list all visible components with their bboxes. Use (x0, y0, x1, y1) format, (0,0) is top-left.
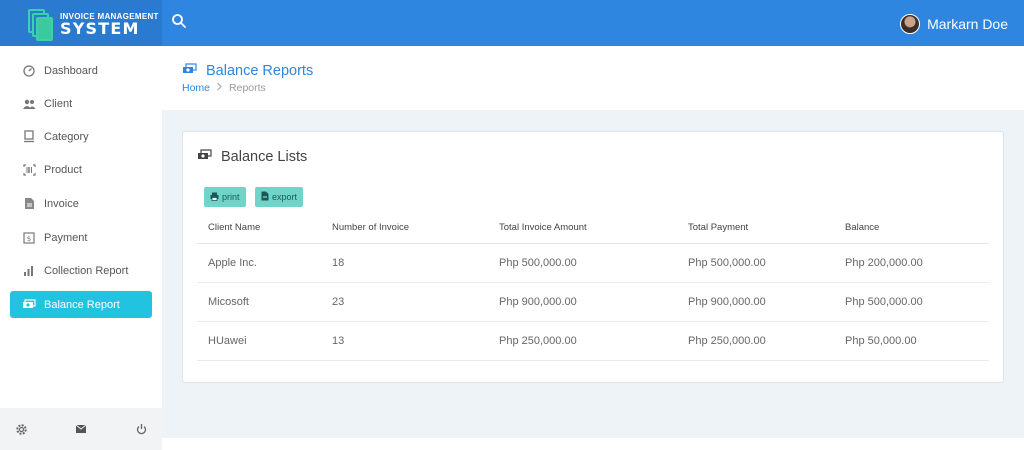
cell-number-of-invoice: 13 (321, 321, 488, 361)
barcode-icon (22, 163, 36, 177)
page-title: Balance Reports (182, 63, 313, 79)
avatar (900, 14, 921, 34)
table-row[interactable]: Micosoft 23 Php 900,000.00 Php 900,000.0… (197, 282, 989, 322)
cell-total-invoice-amount: Php 250,000.00 (488, 321, 677, 361)
page-title-text: Balance Reports (206, 63, 314, 79)
gear-icon[interactable] (14, 422, 28, 436)
sidebar-item-label: Dashboard (44, 64, 98, 77)
breadcrumb-current: Reports (229, 82, 266, 94)
cell-total-invoice-amount: Php 500,000.00 (488, 243, 677, 283)
print-button[interactable]: print (204, 187, 246, 207)
cell-number-of-invoice: 23 (321, 282, 488, 322)
cell-total-payment: Php 500,000.00 (677, 243, 834, 283)
balance-lists-card: Balance Lists print export Client Name N… (182, 131, 1004, 383)
sidebar-item-label: Invoice (44, 197, 79, 210)
search-icon[interactable] (171, 13, 189, 31)
table-row[interactable]: HUawei 13 Php 250,000.00 Php 250,000.00 … (197, 321, 989, 361)
top-bar: Invoice Management System Markarn Doe (0, 0, 1024, 46)
table-header-row: Client Name Number of Invoice Total Invo… (197, 212, 989, 244)
money-icon (197, 149, 212, 165)
cell-total-payment: Php 250,000.00 (677, 321, 834, 361)
chart-icon (22, 264, 36, 278)
user-name: Markarn Doe (927, 16, 1008, 32)
cell-balance: Php 500,000.00 (834, 282, 989, 322)
column-header-total-invoice-amount[interactable]: Total Invoice Amount (488, 212, 677, 244)
logo-text: Invoice Management System (60, 12, 159, 38)
sidebar-item-label: Payment (44, 231, 88, 244)
table-row[interactable]: Apple Inc. 18 Php 500,000.00 Php 500,000… (197, 243, 989, 283)
cell-balance: Php 50,000.00 (834, 321, 989, 361)
cell-client-name: Micosoft (197, 282, 321, 322)
file-icon (261, 191, 269, 203)
brand-logo[interactable]: Invoice Management System (0, 0, 162, 46)
cell-total-payment: Php 900,000.00 (677, 282, 834, 322)
sidebar-item-invoice[interactable]: Invoice (10, 190, 152, 217)
column-header-balance[interactable]: Balance (834, 212, 989, 244)
invoice-icon (22, 197, 36, 211)
category-icon (22, 130, 36, 144)
sidebar-item-client[interactable]: Client (10, 90, 152, 117)
cell-balance: Php 200,000.00 (834, 243, 989, 283)
payment-icon: $ (22, 231, 36, 245)
cell-number-of-invoice: 18 (321, 243, 488, 283)
sidebar-item-label: Client (44, 97, 73, 110)
sidebar-item-payment[interactable]: $ Payment (10, 224, 152, 251)
power-icon[interactable] (134, 422, 148, 436)
card-title: Balance Lists (197, 149, 307, 165)
sidebar-item-balance-report[interactable]: Balance Report (10, 291, 152, 318)
printer-icon (210, 192, 219, 203)
export-button[interactable]: export (255, 187, 304, 207)
sidebar-item-label: Category (44, 130, 89, 143)
card-title-text: Balance Lists (221, 149, 308, 165)
user-menu[interactable]: Markarn Doe (900, 13, 1008, 35)
column-header-number-of-invoice[interactable]: Number of Invoice (321, 212, 488, 244)
balance-table: Client Name Number of Invoice Total Invo… (197, 212, 989, 361)
sidebar-item-label: Balance Report (44, 298, 120, 311)
sidebar-item-category[interactable]: Category (10, 123, 152, 150)
sidebar-item-collection-report[interactable]: Collection Report (10, 257, 152, 284)
cell-client-name: Apple Inc. (197, 243, 321, 283)
svg-text:$: $ (27, 235, 31, 243)
dashboard-icon (22, 64, 36, 78)
export-label: export (272, 192, 298, 202)
money-icon (182, 63, 197, 79)
sidebar-item-label: Collection Report (44, 264, 129, 277)
print-label: print (222, 192, 240, 202)
logo-document-icon (28, 9, 53, 41)
logo-line-2: System (60, 19, 140, 38)
sidebar-footer (0, 408, 162, 450)
chevron-right-icon (216, 82, 223, 94)
breadcrumb: Home Reports (182, 82, 266, 94)
sidebar-item-dashboard[interactable]: Dashboard (10, 57, 152, 84)
cell-client-name: HUawei (197, 321, 321, 361)
mail-icon[interactable] (74, 422, 88, 436)
page-footer-band (162, 438, 1024, 450)
sidebar-item-product[interactable]: Product (10, 156, 152, 183)
column-header-total-payment[interactable]: Total Payment (677, 212, 834, 244)
page-header: Balance Reports Home Reports (162, 46, 1024, 110)
sidebar-item-label: Product (44, 163, 82, 176)
breadcrumb-home[interactable]: Home (182, 82, 210, 94)
users-icon (22, 97, 36, 111)
column-header-client-name[interactable]: Client Name (197, 212, 321, 244)
sidebar: Dashboard Client Category Product Invoic… (0, 46, 162, 450)
cell-total-invoice-amount: Php 900,000.00 (488, 282, 677, 322)
money-icon (22, 298, 36, 312)
